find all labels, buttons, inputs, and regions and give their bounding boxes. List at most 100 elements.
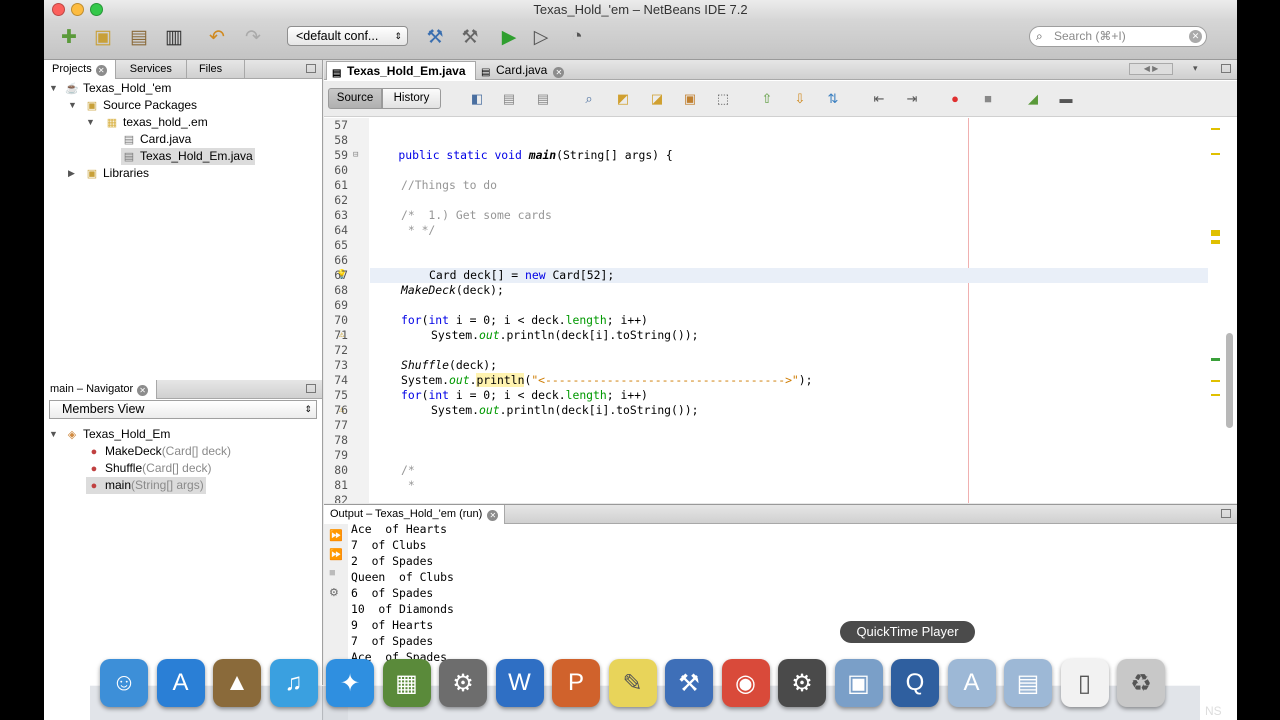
steam-icon[interactable]: ⚙: [778, 659, 826, 707]
undo-icon[interactable]: ↶: [204, 24, 230, 50]
previous-bookmark-icon[interactable]: ⇧: [758, 91, 776, 107]
system-preferences-icon[interactable]: ⚙: [439, 659, 487, 707]
toggle-highlight-icon[interactable]: ▣: [681, 91, 699, 107]
source-button[interactable]: Source: [328, 88, 382, 109]
virtualbox-icon[interactable]: ▣: [834, 659, 883, 707]
quicktime-icon[interactable]: Q: [891, 659, 939, 707]
run-icon[interactable]: ▶: [496, 24, 522, 50]
toggle-rect-selection-icon[interactable]: ⬚: [714, 91, 732, 107]
tab-projects[interactable]: Projects ✕: [44, 60, 116, 79]
word-icon[interactable]: W: [495, 659, 544, 707]
maximize-panel-icon[interactable]: [306, 384, 316, 393]
maximize-panel-icon[interactable]: [306, 64, 316, 73]
search-field[interactable]: ⌕ Search (⌘+I) ✕: [1029, 26, 1207, 47]
shift-left-icon[interactable]: ⇤: [870, 91, 888, 107]
code-area[interactable]: 57 58 59 ⊟ public static void main(String…: [324, 118, 1237, 503]
rerun-different-params-icon[interactable]: ⏩: [329, 548, 343, 561]
close-tab-icon[interactable]: ✕: [95, 65, 107, 76]
iphoto-icon[interactable]: ▲: [213, 659, 261, 707]
tab-card-java[interactable]: ▤ Card.java ✕: [476, 61, 566, 80]
app-store-icon[interactable]: A: [156, 659, 205, 707]
toggle-bookmark-icon[interactable]: ⇅: [824, 91, 842, 107]
rerun-icon[interactable]: ⏩: [329, 529, 343, 542]
stickies-icon[interactable]: ✎: [608, 659, 657, 707]
file-icon[interactable]: ▯: [1060, 659, 1109, 707]
nav-member-shuffle[interactable]: ● Shuffle(Card[] deck): [86, 460, 212, 477]
tab-texas-hold-em-java[interactable]: ▤Texas_Hold_Em.java✕: [326, 61, 476, 97]
safari-icon[interactable]: ✦: [326, 659, 374, 707]
close-tab-icon[interactable]: ✕: [553, 67, 565, 78]
powerpoint-icon[interactable]: P: [552, 659, 600, 707]
error-stripe-mark[interactable]: [1211, 380, 1220, 382]
find-icon[interactable]: ⌕: [580, 91, 598, 107]
expand-triangle-icon[interactable]: ▼: [49, 80, 58, 97]
open-project-icon[interactable]: ▤: [126, 24, 152, 50]
xcode-icon[interactable]: ⚒: [665, 659, 713, 707]
tree-package[interactable]: ▦ texas_hold_.em: [104, 114, 208, 131]
uncomment-icon[interactable]: ▬: [1057, 91, 1075, 107]
nav-member-makedeck[interactable]: ● MakeDeck(Card[] deck): [86, 443, 231, 460]
settings-icon[interactable]: ⚙: [329, 586, 339, 599]
tree-source-packages[interactable]: ▣ Source Packages: [84, 97, 197, 114]
fold-toggle-icon[interactable]: ⊟: [353, 148, 358, 163]
stop-icon[interactable]: ■: [329, 567, 336, 579]
stop-macro-icon[interactable]: ■: [979, 91, 997, 107]
tree-file-card[interactable]: ▤ Card.java: [121, 131, 192, 148]
trash-icon[interactable]: ♻: [1117, 659, 1165, 707]
new-file-icon[interactable]: ✚: [56, 24, 82, 50]
error-stripe-mark[interactable]: [1211, 240, 1220, 244]
build-hammer-icon[interactable]: ⚒: [422, 24, 448, 50]
maximize-editor-icon[interactable]: [1221, 64, 1231, 73]
expand-triangle-icon[interactable]: ▼: [86, 114, 95, 131]
expand-triangle-icon[interactable]: ▼: [49, 426, 58, 443]
tab-services[interactable]: Services: [116, 60, 187, 79]
members-view-select[interactable]: Members View ⇕: [49, 400, 317, 419]
nav-class[interactable]: ◈ Texas_Hold_Em: [64, 426, 171, 443]
clear-search-icon[interactable]: ✕: [1189, 30, 1202, 43]
documents-folder-icon[interactable]: ▤: [1004, 659, 1052, 707]
history-button[interactable]: History: [382, 88, 441, 109]
back-icon[interactable]: ▤: [500, 91, 518, 107]
tree-file-texas[interactable]: ▤ Texas_Hold_Em.java: [121, 148, 255, 165]
tree-project[interactable]: ☕ Texas_Hold_'em: [64, 80, 171, 97]
close-tab-icon[interactable]: ✕: [487, 510, 499, 521]
finder-icon[interactable]: ☺: [100, 659, 148, 707]
close-tab-icon[interactable]: ✕: [137, 385, 149, 396]
applications-folder-icon[interactable]: A: [947, 659, 996, 707]
zoom-window-button[interactable]: [90, 3, 103, 16]
find-previous-icon[interactable]: ◩: [614, 91, 632, 107]
clean-build-icon[interactable]: ⚒: [457, 24, 483, 50]
chrome-icon[interactable]: ◉: [721, 659, 770, 707]
save-all-icon[interactable]: ▥: [161, 24, 187, 50]
shift-right-icon[interactable]: ⇥: [903, 91, 921, 107]
last-edit-icon[interactable]: ◧: [468, 91, 486, 107]
start-macro-icon[interactable]: ●: [946, 91, 964, 107]
error-stripe-mark[interactable]: [1211, 153, 1220, 155]
error-stripe-mark[interactable]: [1211, 230, 1220, 236]
comment-icon[interactable]: ◢: [1024, 91, 1042, 107]
collapsed-triangle-icon[interactable]: ▶: [68, 165, 75, 182]
error-stripe-mark[interactable]: [1211, 358, 1220, 361]
minimize-window-button[interactable]: [71, 3, 84, 16]
tab-files[interactable]: Files: [187, 60, 245, 79]
find-next-icon[interactable]: ◪: [648, 91, 666, 107]
editor-vertical-scrollbar[interactable]: [1211, 118, 1233, 503]
itunes-icon[interactable]: ♫: [269, 659, 318, 707]
minecraft-icon[interactable]: ▦: [382, 659, 431, 707]
profile-icon[interactable]: ◔: [564, 24, 590, 50]
tab-navigator[interactable]: main – Navigator ✕: [44, 380, 158, 399]
error-stripe-mark[interactable]: [1211, 128, 1220, 130]
tree-libraries[interactable]: ▣ Libraries: [84, 165, 149, 182]
close-window-button[interactable]: [52, 3, 65, 16]
expand-triangle-icon[interactable]: ▼: [68, 97, 77, 114]
redo-icon[interactable]: ↷: [240, 24, 266, 50]
debug-icon[interactable]: ▷: [528, 24, 554, 50]
error-stripe-mark[interactable]: [1211, 394, 1220, 396]
tab-list-icon[interactable]: ▾: [1193, 63, 1207, 75]
configuration-select[interactable]: <default conf... ⇕: [287, 26, 408, 46]
scroll-thumb[interactable]: [1226, 333, 1233, 428]
scroll-tabs-left-icon[interactable]: ◀ ▶: [1129, 63, 1173, 75]
maximize-panel-icon[interactable]: [1221, 509, 1231, 518]
new-project-icon[interactable]: ▣: [90, 24, 116, 50]
nav-member-main[interactable]: ● main(String[] args): [86, 477, 206, 494]
